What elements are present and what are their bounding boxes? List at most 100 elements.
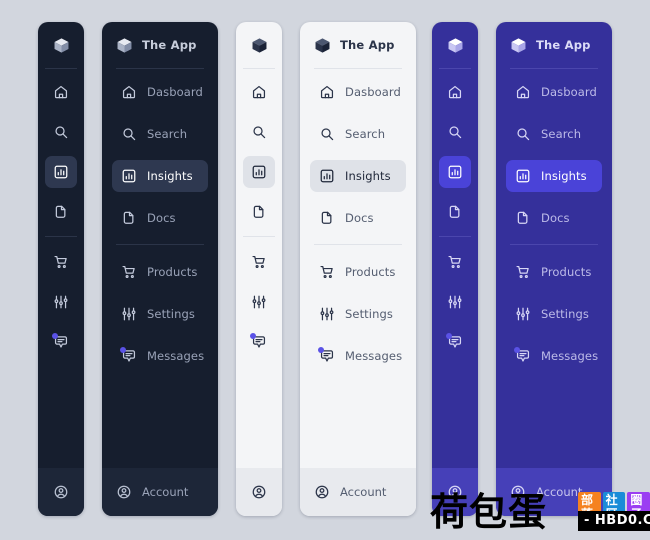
sidebar-item-products[interactable]: Products (112, 256, 208, 288)
bar-chart-icon (447, 164, 463, 180)
sidebar-item-insights[interactable]: Insights (112, 160, 208, 192)
notification-badge-dot (514, 347, 520, 353)
sidebar-item-label: Search (541, 127, 582, 141)
message-icon (514, 347, 531, 364)
sidebar-item-dashboard[interactable] (243, 76, 275, 108)
sidebar-item-docs[interactable]: Docs (310, 202, 406, 234)
sidebar-item-docs[interactable] (439, 196, 471, 228)
sidebar-item-docs[interactable] (45, 196, 77, 228)
sidebar-item-label: Products (541, 265, 592, 279)
cube-icon (53, 37, 70, 54)
account-button[interactable] (236, 468, 282, 516)
sidebar-item-messages[interactable] (45, 326, 77, 358)
sidebar-item-label: Insights (541, 169, 587, 183)
notification-badge-dot (318, 347, 324, 353)
search-icon (121, 126, 137, 142)
sidebar-header[interactable]: The App (300, 22, 416, 68)
sidebar-item-label: Messages (345, 349, 403, 363)
documents-icon (251, 204, 267, 220)
user-circle-icon (251, 484, 267, 500)
sidebar-item-search[interactable]: Search (506, 118, 602, 150)
sidebar-item-dashboard[interactable] (45, 76, 77, 108)
documents-icon (319, 210, 335, 226)
sidebar-header[interactable]: The App (496, 22, 612, 68)
sidebar-item-search[interactable]: Search (310, 118, 406, 150)
sidebar-item-label: Settings (345, 307, 393, 321)
sliders-icon (515, 306, 531, 322)
home-icon (251, 84, 267, 100)
documents-icon (515, 210, 531, 226)
sliders-icon (319, 306, 335, 322)
sidebar-item-messages[interactable]: Messages (506, 340, 602, 372)
sidebar-item-messages[interactable]: Messages (112, 340, 208, 372)
sidebar-nav (38, 69, 84, 366)
sidebar-item-insights[interactable]: Insights (506, 160, 602, 192)
sidebar-item-label: Dasboard (541, 85, 597, 99)
sidebar-item-dashboard[interactable]: Dasboard (310, 76, 406, 108)
app-title: The App (340, 38, 395, 52)
sidebar-footer: Account (102, 468, 218, 516)
sidebar-item-messages[interactable] (243, 326, 275, 358)
sidebar-item-label: Messages (147, 349, 205, 363)
sidebar-panel-dark-collapsed (38, 22, 84, 516)
sidebar-top: The App Dasboard Search Insights Docs Product… (102, 22, 218, 468)
sidebar-item-dashboard[interactable]: Dasboard (506, 76, 602, 108)
sidebar-item-dashboard[interactable]: Dasboard (112, 76, 208, 108)
sidebar-item-insights[interactable]: Insights (310, 160, 406, 192)
sidebar-item-products[interactable]: Products (506, 256, 602, 288)
sidebar-item-search[interactable] (243, 116, 275, 148)
sidebar-nav (236, 69, 282, 366)
sidebar-item-settings[interactable] (45, 286, 77, 318)
sidebar-item-products[interactable] (243, 246, 275, 278)
sidebar-item-docs[interactable]: Docs (112, 202, 208, 234)
watermark-text: 荷包蛋 (430, 490, 548, 534)
sidebar-footer: Account (300, 468, 416, 516)
sidebar-item-dashboard[interactable] (439, 76, 471, 108)
sidebar-item-settings[interactable]: Settings (310, 298, 406, 330)
sidebar-panel-dark-expanded: The App Dasboard Search Insights Docs Product… (102, 22, 218, 516)
sidebar-item-insights[interactable] (439, 156, 471, 188)
search-icon (515, 126, 531, 142)
sidebar-item-messages[interactable] (439, 326, 471, 358)
sidebar-item-products[interactable] (439, 246, 471, 278)
sidebar-item-label: Search (345, 127, 386, 141)
account-label: Account (340, 485, 387, 499)
account-button[interactable]: Account (102, 468, 218, 516)
sidebar-item-insights[interactable] (243, 156, 275, 188)
bar-chart-icon (251, 164, 267, 180)
sidebar-panel-light-collapsed (236, 22, 282, 516)
sidebar-header[interactable] (38, 22, 84, 68)
sidebar-item-products[interactable]: Products (310, 256, 406, 288)
sidebar-item-settings[interactable]: Settings (112, 298, 208, 330)
sidebar-header[interactable]: The App (102, 22, 218, 68)
sliders-icon (53, 294, 69, 310)
sidebar-item-products[interactable] (45, 246, 77, 278)
sliders-icon (121, 306, 137, 322)
sidebar-item-label: Settings (541, 307, 589, 321)
sidebar-item-docs[interactable] (243, 196, 275, 228)
sidebar-header[interactable] (236, 22, 282, 68)
cart-icon (121, 264, 137, 280)
cart-icon (447, 254, 463, 270)
sidebar-header[interactable] (432, 22, 478, 68)
cart-icon (251, 254, 267, 270)
sidebar-item-messages[interactable]: Messages (310, 340, 406, 372)
sidebar-item-settings[interactable] (439, 286, 471, 318)
message-icon (250, 333, 267, 350)
nav-group-divider (510, 244, 598, 245)
sidebar-item-insights[interactable] (45, 156, 77, 188)
message-icon (446, 333, 463, 350)
cube-icon (510, 37, 527, 54)
account-button[interactable]: Account (300, 468, 416, 516)
user-circle-icon (53, 484, 69, 500)
search-icon (447, 124, 463, 140)
sidebar-item-search[interactable] (45, 116, 77, 148)
sidebar-item-settings[interactable]: Settings (506, 298, 602, 330)
sidebar-item-search[interactable]: Search (112, 118, 208, 150)
sidebar-item-search[interactable] (439, 116, 471, 148)
account-button[interactable] (38, 468, 84, 516)
home-icon (447, 84, 463, 100)
sidebar-item-settings[interactable] (243, 286, 275, 318)
sidebar-item-docs[interactable]: Docs (506, 202, 602, 234)
nav-group-divider (45, 236, 77, 237)
